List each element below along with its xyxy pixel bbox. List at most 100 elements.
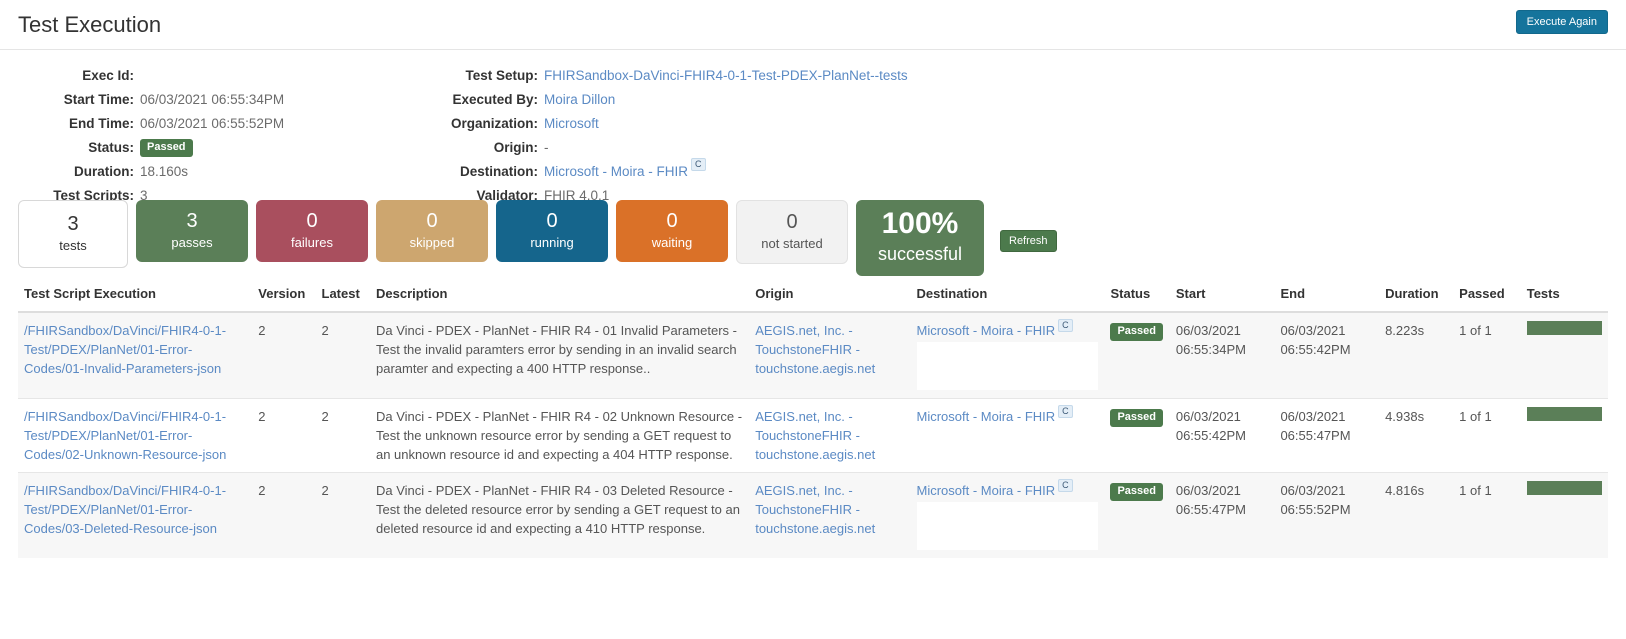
version-cell: 2	[252, 399, 315, 473]
summary-value-executed-by[interactable]: Moira Dillon	[544, 92, 615, 107]
destination-popover	[917, 502, 1099, 550]
destination-conformance-badge[interactable]: C	[1058, 405, 1073, 418]
summary-label-organization: Organization:	[420, 112, 544, 136]
destination-link[interactable]: Microsoft - Moira - FHIR	[917, 483, 1056, 498]
destination-popover	[917, 342, 1099, 390]
column-header-end[interactable]: End	[1274, 280, 1379, 312]
summary-value-wrap-origin: -	[544, 136, 549, 160]
summary-value-destination[interactable]: Microsoft - Moira - FHIR	[544, 164, 688, 179]
summary-label-end-time: End Time:	[0, 112, 140, 136]
destination-conformance-badge[interactable]: C	[1058, 319, 1073, 332]
table-row[interactable]: /FHIRSandbox/DaVinci/FHIR4-0-1-Test/PDEX…	[18, 399, 1608, 473]
stat-tile-not-started[interactable]: 0not started	[736, 200, 848, 264]
execution-summary: Exec Id:Start Time:06/03/2021 06:55:34PM…	[0, 50, 1626, 200]
table-row[interactable]: /FHIRSandbox/DaVinci/FHIR4-0-1-Test/PDEX…	[18, 312, 1608, 399]
summary-label-test-setup: Test Setup:	[420, 64, 544, 88]
latest-cell: 2	[316, 399, 370, 473]
column-header-test-script-execution[interactable]: Test Script Execution	[18, 280, 252, 312]
script-path-link: /FHIRSandbox/DaVinci/FHIR4-0-1-Test/PDEX…	[18, 473, 252, 559]
tests-progress-cell	[1521, 399, 1608, 473]
summary-value-end-time: 06/03/2021 06:55:52PM	[140, 116, 284, 131]
duration-cell-text: 4.816s	[1385, 483, 1424, 498]
column-header-description[interactable]: Description	[370, 280, 749, 312]
summary-label-origin: Origin:	[420, 136, 544, 160]
summary-value-organization[interactable]: Microsoft	[544, 116, 599, 131]
latest-cell-text: 2	[322, 483, 329, 498]
stat-tile-failures[interactable]: 0failures	[256, 200, 368, 262]
summary-label-destination: Destination:	[420, 160, 544, 184]
stats-row: 3tests3passes0failures0skipped0running0w…	[0, 200, 1626, 280]
summary-label-exec-id: Exec Id:	[0, 64, 140, 88]
row-status-badge: Passed	[1110, 483, 1163, 501]
passed-count-cell: 1 of 1	[1453, 473, 1521, 559]
stat-tile-value-tests: 3	[25, 211, 121, 237]
stat-tile-skipped[interactable]: 0skipped	[376, 200, 488, 262]
column-header-origin[interactable]: Origin	[749, 280, 910, 312]
summary-value-test-setup[interactable]: FHIRSandbox-DaVinci-FHIR4-0-1-Test-PDEX-…	[544, 68, 908, 83]
description-cell-text: Da Vinci - PDEX - PlanNet - FHIR R4 - 01…	[376, 323, 737, 376]
stat-tile-value-running: 0	[502, 208, 602, 234]
stat-tile-label-tests: tests	[25, 237, 121, 255]
summary-label-status: Status:	[0, 136, 140, 160]
start-date: 06/03/2021	[1176, 321, 1269, 340]
column-header-version[interactable]: Version	[252, 280, 315, 312]
origin-link: AEGIS.net, Inc. - TouchstoneFHIR - touch…	[749, 399, 910, 473]
end-date: 06/03/2021	[1280, 407, 1373, 426]
duration-cell: 4.816s	[1379, 473, 1453, 559]
stat-tile-label-passes: passes	[142, 234, 242, 252]
column-header-tests[interactable]: Tests	[1521, 280, 1608, 312]
summary-field-exec-id: Exec Id:	[0, 64, 420, 88]
start-cell: 06/03/202106:55:47PM	[1170, 473, 1275, 559]
summary-field-status: Status:Passed	[0, 136, 420, 160]
execute-again-button[interactable]: Execute Again	[1516, 10, 1608, 34]
summary-value-wrap-destination: Microsoft - Moira - FHIRC	[544, 160, 706, 184]
script-path-link: /FHIRSandbox/DaVinci/FHIR4-0-1-Test/PDEX…	[18, 399, 252, 473]
page-header: Test Execution Execute Again	[0, 0, 1626, 50]
summary-field-origin: Origin:-	[420, 136, 1200, 160]
script-path-link-text[interactable]: /FHIRSandbox/DaVinci/FHIR4-0-1-Test/PDEX…	[24, 323, 226, 376]
duration-cell-text: 4.938s	[1385, 409, 1424, 424]
end-cell: 06/03/202106:55:52PM	[1274, 473, 1379, 559]
origin-link-text[interactable]: AEGIS.net, Inc. - TouchstoneFHIR - touch…	[755, 409, 875, 462]
duration-cell: 4.938s	[1379, 399, 1453, 473]
tests-progress-bar	[1527, 321, 1602, 335]
summary-value-wrap-status: Passed	[140, 136, 193, 160]
column-header-latest[interactable]: Latest	[316, 280, 370, 312]
stat-tile-tests[interactable]: 3tests	[18, 200, 128, 268]
summary-field-end-time: End Time:06/03/2021 06:55:52PM	[0, 112, 420, 136]
column-header-passed[interactable]: Passed	[1453, 280, 1521, 312]
table-row[interactable]: /FHIRSandbox/DaVinci/FHIR4-0-1-Test/PDEX…	[18, 473, 1608, 559]
origin-link-text[interactable]: AEGIS.net, Inc. - TouchstoneFHIR - touch…	[755, 483, 875, 536]
summary-right-column: Test Setup:FHIRSandbox-DaVinci-FHIR4-0-1…	[420, 64, 1200, 208]
column-header-status[interactable]: Status	[1104, 280, 1169, 312]
passed-count-cell-text: 1 of 1	[1459, 483, 1492, 498]
stat-tile-running[interactable]: 0running	[496, 200, 608, 262]
summary-label-start-time: Start Time:	[0, 88, 140, 112]
test-script-executions-table-wrap: Test Script ExecutionVersionLatestDescri…	[0, 280, 1626, 558]
destination-link[interactable]: Microsoft - Moira - FHIR	[917, 409, 1056, 424]
destination-link[interactable]: Microsoft - Moira - FHIR	[917, 323, 1056, 338]
column-header-duration[interactable]: Duration	[1379, 280, 1453, 312]
destination-cell: Microsoft - Moira - FHIRC	[911, 312, 1105, 399]
stat-tile-passes[interactable]: 3passes	[136, 200, 248, 262]
start-date: 06/03/2021	[1176, 407, 1269, 426]
latest-cell-text: 2	[322, 409, 329, 424]
refresh-button[interactable]: Refresh	[1000, 230, 1057, 252]
summary-label-duration: Duration:	[0, 160, 140, 184]
status-badge: Passed	[140, 139, 193, 157]
column-header-start[interactable]: Start	[1170, 280, 1275, 312]
summary-field-duration: Duration:18.160s	[0, 160, 420, 184]
column-header-destination[interactable]: Destination	[911, 280, 1105, 312]
stat-tile-waiting[interactable]: 0waiting	[616, 200, 728, 262]
script-path-link-text[interactable]: /FHIRSandbox/DaVinci/FHIR4-0-1-Test/PDEX…	[24, 483, 226, 536]
summary-label-executed-by: Executed By:	[420, 88, 544, 112]
description-cell-text: Da Vinci - PDEX - PlanNet - FHIR R4 - 02…	[376, 409, 742, 462]
stat-tile-successful[interactable]: 100%successful	[856, 200, 984, 276]
script-path-link-text[interactable]: /FHIRSandbox/DaVinci/FHIR4-0-1-Test/PDEX…	[24, 409, 226, 462]
stat-tile-label-failures: failures	[262, 234, 362, 252]
destination-conformance-badge[interactable]: C	[691, 158, 706, 171]
origin-link-text[interactable]: AEGIS.net, Inc. - TouchstoneFHIR - touch…	[755, 323, 875, 376]
summary-value-start-time: 06/03/2021 06:55:34PM	[140, 92, 284, 107]
destination-conformance-badge[interactable]: C	[1058, 479, 1073, 492]
summary-field-organization: Organization:Microsoft	[420, 112, 1200, 136]
